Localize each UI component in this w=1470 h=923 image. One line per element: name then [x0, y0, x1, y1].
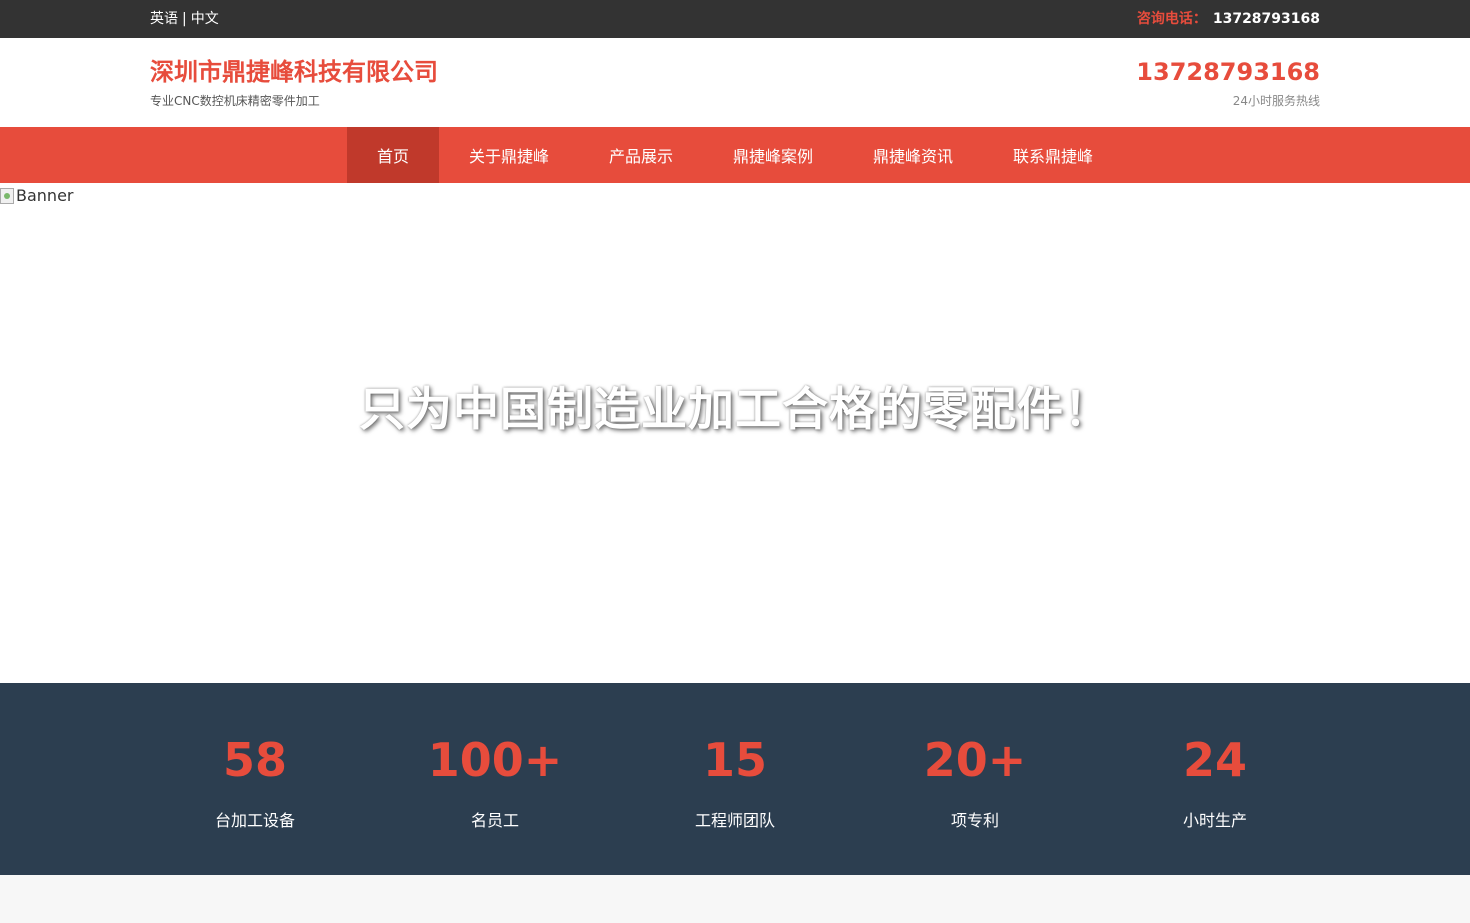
lang-chinese-link[interactable]: 中文: [191, 11, 219, 27]
banner-headline: 只为中国制造业加工合格的零配件！: [359, 382, 1111, 436]
consult-label: 咨询电话：: [1136, 11, 1207, 27]
footer-strip: [0, 875, 1470, 923]
top-bar: 英语 | 中文 咨询电话： 13728793168: [0, 0, 1470, 38]
stat-item: 58 台加工设备: [135, 733, 375, 831]
stat-label: 工程师团队: [694, 811, 775, 830]
nav-item-contact[interactable]: 联系鼎捷峰: [983, 127, 1123, 183]
banner-alt-text: Banner: [16, 186, 74, 205]
lang-english-link[interactable]: 英语: [150, 11, 178, 27]
nav-item-about[interactable]: 关于鼎捷峰: [439, 127, 579, 183]
hotline-number[interactable]: 13728793168: [1136, 58, 1320, 86]
company-name[interactable]: 深圳市鼎捷峰科技有限公司: [150, 58, 438, 86]
stat-number: 15: [702, 733, 767, 787]
language-switcher: 英语 | 中文: [150, 11, 219, 27]
consult-phone-number[interactable]: 13728793168: [1213, 11, 1320, 27]
stat-number: 58: [222, 733, 287, 787]
stat-label: 小时生产: [1182, 811, 1247, 830]
nav-item-home[interactable]: 首页: [346, 127, 439, 183]
stat-number: 20+: [923, 733, 1027, 787]
nav-item-news[interactable]: 鼎捷峰资讯: [843, 127, 983, 183]
hero-banner: Banner 只为中国制造业加工合格的零配件！: [0, 183, 1470, 683]
banner-image: Banner: [0, 186, 73, 206]
stat-item: 15 工程师团队: [615, 733, 855, 831]
broken-image-icon: [0, 188, 14, 204]
company-slogan: 专业CNC数控机床精密零件加工: [150, 94, 320, 108]
stat-item: 100+ 名员工: [375, 733, 615, 831]
main-nav: 首页 关于鼎捷峰 产品展示 鼎捷峰案例 鼎捷峰资讯 联系鼎捷峰: [0, 127, 1470, 183]
stat-label: 项专利: [950, 811, 999, 830]
nav-item-products[interactable]: 产品展示: [579, 127, 703, 183]
stat-number: 100+: [427, 733, 563, 787]
site-header: 深圳市鼎捷峰科技有限公司 专业CNC数控机床精密零件加工 13728793168…: [0, 38, 1470, 127]
stat-item: 20+ 项专利: [855, 733, 1095, 831]
lang-separator: |: [182, 11, 187, 27]
stat-label: 台加工设备: [214, 811, 295, 830]
stats-section: 58 台加工设备 100+ 名员工 15 工程师团队 20+ 项专利 24 小时…: [0, 683, 1470, 875]
stat-number: 24: [1182, 733, 1247, 787]
hotline-caption: 24小时服务热线: [1232, 94, 1320, 108]
stat-label: 名员工: [470, 811, 519, 830]
consult-phone: 咨询电话： 13728793168: [1137, 11, 1320, 27]
nav-item-cases[interactable]: 鼎捷峰案例: [703, 127, 843, 183]
stat-item: 24 小时生产: [1095, 733, 1335, 831]
